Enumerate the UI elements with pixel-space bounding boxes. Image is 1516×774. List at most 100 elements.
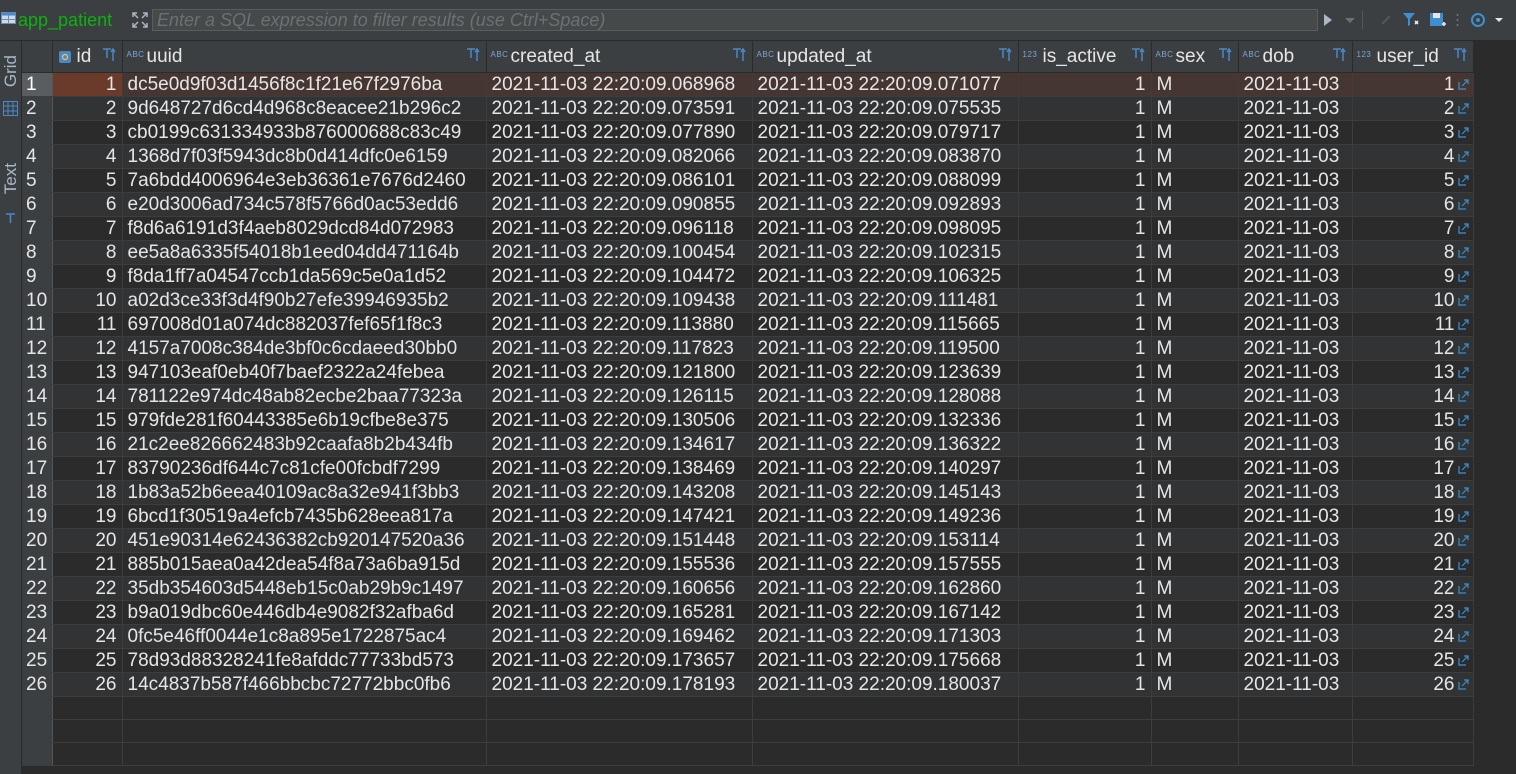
cell-id[interactable]: 26 xyxy=(52,672,123,697)
foreign-key-link-icon[interactable] xyxy=(1457,79,1469,90)
cell-uuid[interactable]: 6bcd1f30519a4efcb7435b628eea817a xyxy=(122,504,487,529)
cell-dob[interactable]: 2021-11-03 xyxy=(1238,336,1353,361)
sort-icon[interactable] xyxy=(1451,47,1467,63)
row-number[interactable]: 16 xyxy=(22,432,53,457)
cell-user-id[interactable]: 22 xyxy=(1352,576,1474,601)
cell-is-active[interactable]: 1 xyxy=(1018,360,1152,385)
panel-settings-icon[interactable] xyxy=(1470,10,1508,30)
cell-updated-at[interactable]: 2021-11-03 22:20:09.175668 xyxy=(752,648,1019,673)
cell-user-id[interactable]: 23 xyxy=(1352,600,1474,625)
cell-is-active[interactable]: 1 xyxy=(1018,240,1152,265)
cell-updated-at[interactable]: 2021-11-03 22:20:09.180037 xyxy=(752,672,1019,697)
cell-user-id[interactable]: 7 xyxy=(1352,216,1474,241)
row-number[interactable]: 18 xyxy=(22,480,53,505)
cell-sex[interactable]: M xyxy=(1151,168,1239,193)
foreign-key-link-icon[interactable] xyxy=(1457,367,1469,378)
cell-is-active[interactable]: 1 xyxy=(1018,600,1152,625)
cell-id[interactable]: 6 xyxy=(52,192,123,217)
cell-sex[interactable]: M xyxy=(1151,504,1239,529)
cell-created-at[interactable]: 2021-11-03 22:20:09.160656 xyxy=(486,576,753,601)
clear-filter-icon[interactable] xyxy=(1378,12,1394,28)
cell-uuid[interactable]: 697008d01a074dc882037fef65f1f8c3 xyxy=(122,312,487,337)
cell-dob[interactable]: 2021-11-03 xyxy=(1238,648,1353,673)
table-row[interactable]: 14 14 781122e974dc48ab82ecbe2baa77323a 2021… xyxy=(22,384,1474,409)
cell-sex[interactable]: M xyxy=(1151,264,1239,289)
foreign-key-link-icon[interactable] xyxy=(1457,103,1469,114)
table-row[interactable]: 13 13 947103eaf0eb40f7baef2322a24febea 2021… xyxy=(22,360,1474,385)
cell-dob[interactable]: 2021-11-03 xyxy=(1238,432,1353,457)
cell-created-at[interactable]: 2021-11-03 22:20:09.155536 xyxy=(486,552,753,577)
cell-updated-at[interactable]: 2021-11-03 22:20:09.162860 xyxy=(752,576,1019,601)
cell-user-id[interactable]: 11 xyxy=(1352,312,1474,337)
foreign-key-link-icon[interactable] xyxy=(1457,343,1469,354)
cell-uuid[interactable]: 979fde281f60443385e6b19cfbe8e375 xyxy=(122,408,487,433)
foreign-key-link-icon[interactable] xyxy=(1457,415,1469,426)
cell-sex[interactable]: M xyxy=(1151,384,1239,409)
cell-id[interactable]: 10 xyxy=(52,288,123,313)
cell-created-at[interactable]: 2021-11-03 22:20:09.090855 xyxy=(486,192,753,217)
cell-id[interactable]: 21 xyxy=(52,552,123,577)
row-number[interactable]: 25 xyxy=(22,648,53,673)
row-number[interactable]: 22 xyxy=(22,576,53,601)
row-number[interactable]: 4 xyxy=(22,144,53,169)
cell-id[interactable]: 24 xyxy=(52,624,123,649)
cell-updated-at[interactable]: 2021-11-03 22:20:09.075535 xyxy=(752,96,1019,121)
cell-user-id[interactable]: 20 xyxy=(1352,528,1474,553)
cell-user-id[interactable]: 9 xyxy=(1352,264,1474,289)
cell-updated-at[interactable]: 2021-11-03 22:20:09.157555 xyxy=(752,552,1019,577)
cell-id[interactable]: 22 xyxy=(52,576,123,601)
cell-updated-at[interactable]: 2021-11-03 22:20:09.136322 xyxy=(752,432,1019,457)
foreign-key-link-icon[interactable] xyxy=(1457,511,1469,522)
cell-uuid[interactable]: 885b015aea0a42dea54f8a73a6ba915d xyxy=(122,552,487,577)
table-row[interactable]: 26 26 14c4837b587f466bbcbc72772bbc0fb6 2021… xyxy=(22,672,1474,697)
cell-dob[interactable]: 2021-11-03 xyxy=(1238,672,1353,697)
column-header-uuid[interactable]: ABC uuid xyxy=(122,41,487,73)
cell-dob[interactable]: 2021-11-03 xyxy=(1238,576,1353,601)
table-row[interactable]: 23 23 b9a019dbc60e446db4e9082f32afba6d 2021… xyxy=(22,600,1474,625)
foreign-key-link-icon[interactable] xyxy=(1457,487,1469,498)
row-number[interactable]: 6 xyxy=(22,192,53,217)
table-row[interactable]: 10 10 a02d3ce33f3d4f90b27efe39946935b2 2021… xyxy=(22,288,1474,313)
foreign-key-link-icon[interactable] xyxy=(1457,439,1469,450)
table-row[interactable]: 18 18 1b83a52b6eea40109ac8a32e941f3bb3 2021… xyxy=(22,480,1474,505)
cell-dob[interactable]: 2021-11-03 xyxy=(1238,96,1353,121)
cell-dob[interactable]: 2021-11-03 xyxy=(1238,504,1353,529)
cell-uuid[interactable]: 7a6bdd4006964e3eb36361e7676d2460 xyxy=(122,168,487,193)
foreign-key-link-icon[interactable] xyxy=(1457,583,1469,594)
table-row[interactable]: 2 2 9d648727d6cd4d968c8eacee21b296c2 2021-1… xyxy=(22,96,1474,121)
table-row[interactable]: 8 8 ee5a8a6335f54018b1eed04dd471164b 2021-1… xyxy=(22,240,1474,265)
table-row[interactable]: 19 19 6bcd1f30519a4efcb7435b628eea817a 2021… xyxy=(22,504,1474,529)
tab-text[interactable]: Text xyxy=(0,163,21,243)
cell-updated-at[interactable]: 2021-11-03 22:20:09.098095 xyxy=(752,216,1019,241)
cell-created-at[interactable]: 2021-11-03 22:20:09.077890 xyxy=(486,120,753,145)
cell-updated-at[interactable]: 2021-11-03 22:20:09.140297 xyxy=(752,456,1019,481)
cell-id[interactable]: 25 xyxy=(52,648,123,673)
cell-uuid[interactable]: ee5a8a6335f54018b1eed04dd471164b xyxy=(122,240,487,265)
cell-updated-at[interactable]: 2021-11-03 22:20:09.167142 xyxy=(752,600,1019,625)
table-row[interactable]: 9 9 f8da1ff7a04547ccb1da569c5e0a1d52 2021-1… xyxy=(22,264,1474,289)
cell-created-at[interactable]: 2021-11-03 22:20:09.096118 xyxy=(486,216,753,241)
row-number[interactable]: 2 xyxy=(22,96,53,121)
cell-user-id[interactable]: 25 xyxy=(1352,648,1474,673)
table-row[interactable]: 4 4 1368d7f03f5943dc8b0d414dfc0e6159 2021-1… xyxy=(22,144,1474,169)
cell-user-id[interactable]: 3 xyxy=(1352,120,1474,145)
column-header-is-active[interactable]: 123 is_active xyxy=(1018,41,1152,73)
cell-created-at[interactable]: 2021-11-03 22:20:09.117823 xyxy=(486,336,753,361)
row-number[interactable]: 15 xyxy=(22,408,53,433)
cell-dob[interactable]: 2021-11-03 xyxy=(1238,264,1353,289)
column-header-dob[interactable]: ABC dob xyxy=(1238,41,1353,73)
cell-sex[interactable]: M xyxy=(1151,480,1239,505)
cell-dob[interactable]: 2021-11-03 xyxy=(1238,360,1353,385)
cell-dob[interactable]: 2021-11-03 xyxy=(1238,216,1353,241)
sort-icon[interactable] xyxy=(996,47,1012,63)
table-row[interactable]: 12 12 4157a7008c384de3bf0c6cdaeed30bb0 2021… xyxy=(22,336,1474,361)
row-number[interactable]: 17 xyxy=(22,456,53,481)
cell-created-at[interactable]: 2021-11-03 22:20:09.173657 xyxy=(486,648,753,673)
cell-id[interactable]: 19 xyxy=(52,504,123,529)
cell-user-id[interactable]: 6 xyxy=(1352,192,1474,217)
cell-dob[interactable]: 2021-11-03 xyxy=(1238,120,1353,145)
table-row[interactable]: 3 3 cb0199c631334933b876000688c83c49 2021-1… xyxy=(22,120,1474,145)
cell-sex[interactable]: M xyxy=(1151,288,1239,313)
cell-created-at[interactable]: 2021-11-03 22:20:09.151448 xyxy=(486,528,753,553)
cell-dob[interactable]: 2021-11-03 xyxy=(1238,408,1353,433)
